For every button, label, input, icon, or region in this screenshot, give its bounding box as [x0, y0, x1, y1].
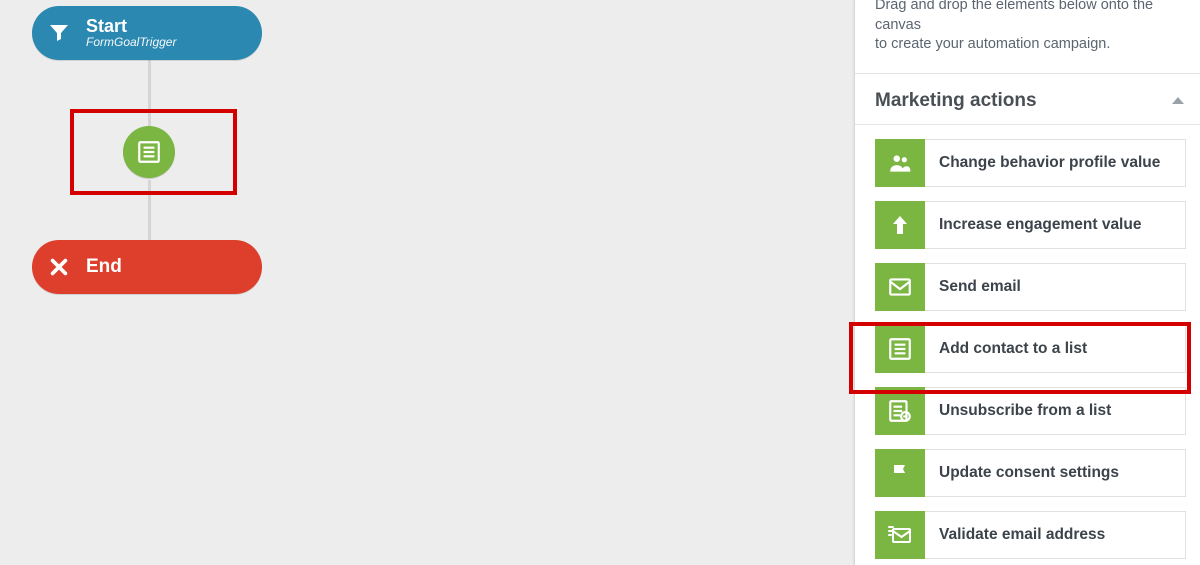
action-label: Validate email address [925, 511, 1186, 559]
workflow-canvas[interactable]: Start FormGoalTrigger End [0, 0, 850, 565]
action-unsubscribe-from-list[interactable]: Unsubscribe from a list [875, 387, 1200, 435]
action-validate-email[interactable]: Validate email address [875, 511, 1200, 559]
panel-description: Drag and drop the elements below onto th… [855, 0, 1200, 74]
action-label: Update consent settings [925, 449, 1186, 497]
annotation-highlight [849, 322, 1191, 394]
end-node[interactable]: End [32, 240, 262, 294]
action-send-email[interactable]: Send email [875, 263, 1200, 311]
chevron-up-icon [1172, 97, 1184, 104]
actions-list: Change behavior profile value Increase e… [855, 125, 1200, 559]
action-update-consent[interactable]: Update consent settings [875, 449, 1200, 497]
action-increase-engagement[interactable]: Increase engagement value [875, 201, 1200, 249]
elements-panel: Drag and drop the elements below onto th… [854, 0, 1200, 565]
action-change-behavior-profile[interactable]: Change behavior profile value [875, 139, 1200, 187]
action-label: Unsubscribe from a list [925, 387, 1186, 435]
envelope-icon [875, 263, 925, 311]
envelope-arrow-icon [875, 511, 925, 559]
end-node-title: End [86, 256, 122, 278]
funnel-icon [32, 21, 86, 45]
action-label: Change behavior profile value [925, 139, 1186, 187]
section-header-marketing-actions[interactable]: Marketing actions [855, 74, 1200, 125]
start-node[interactable]: Start FormGoalTrigger [32, 6, 262, 60]
list-remove-icon [875, 387, 925, 435]
annotation-highlight [70, 109, 237, 195]
people-icon [875, 139, 925, 187]
section-title: Marketing actions [875, 90, 1037, 112]
action-label: Send email [925, 263, 1186, 311]
flag-icon [875, 449, 925, 497]
action-label: Increase engagement value [925, 201, 1186, 249]
start-node-subtitle: FormGoalTrigger [86, 36, 176, 50]
close-icon [32, 256, 86, 278]
arrow-up-icon [875, 201, 925, 249]
start-node-title: Start [86, 16, 176, 37]
